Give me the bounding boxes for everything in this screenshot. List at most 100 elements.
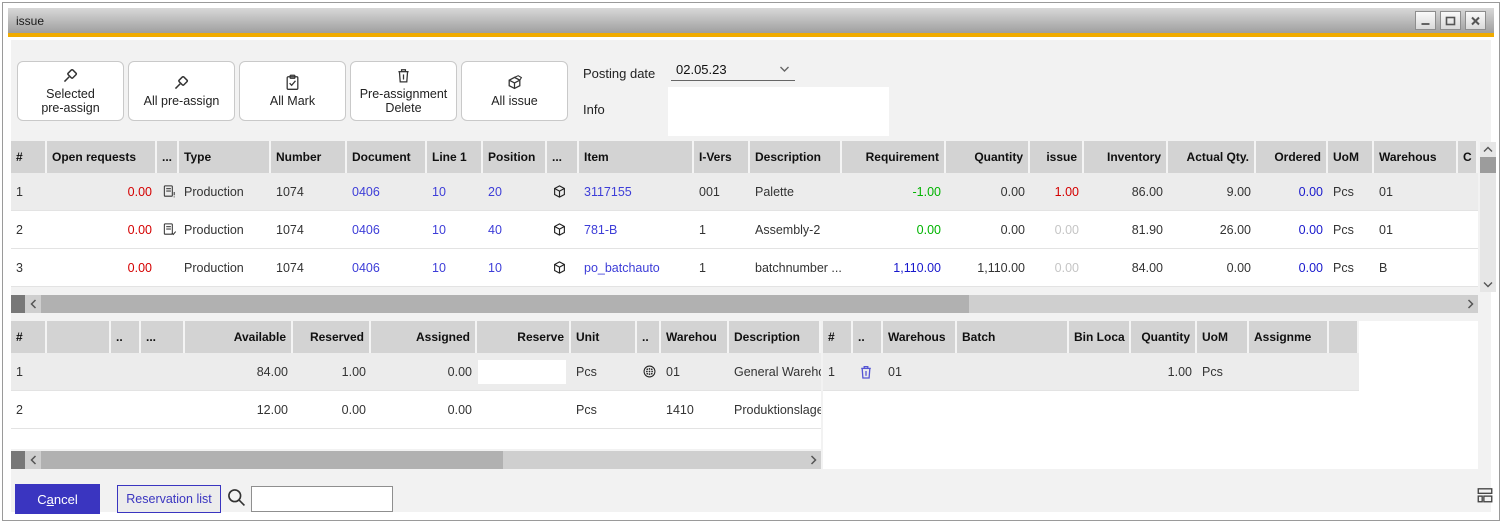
titlebar[interactable]: issue bbox=[8, 8, 1494, 33]
table-row[interactable]: 212.000.000.00Pcs1410Produktionslage bbox=[11, 391, 821, 429]
link[interactable]: 0406 bbox=[352, 185, 380, 199]
cell: Production bbox=[179, 211, 271, 248]
cell: Pcs bbox=[1197, 353, 1249, 390]
cell: Produktionslage bbox=[729, 391, 821, 428]
scrollbar-gripper[interactable] bbox=[11, 451, 25, 469]
column-header: Number bbox=[271, 141, 347, 173]
scroll-left-icon[interactable] bbox=[25, 295, 41, 313]
pin-icon bbox=[173, 74, 190, 91]
cell: 2 bbox=[11, 391, 47, 428]
cell: 001 bbox=[694, 173, 750, 210]
vertical-scrollbar[interactable] bbox=[1480, 142, 1496, 292]
cell: 1074 bbox=[271, 249, 347, 286]
table-row[interactable]: 10.00Production1074040610203117155001Pal… bbox=[11, 173, 1478, 211]
toolbar-button-all-mark[interactable]: All Mark bbox=[239, 61, 346, 121]
table-row[interactable]: 30.00Production107404061010po_batchauto1… bbox=[11, 249, 1478, 287]
cell: 3117155 bbox=[579, 173, 694, 210]
table-row[interactable]: 184.001.000.00Pcs01General Wareho bbox=[11, 353, 821, 391]
link[interactable]: 40 bbox=[488, 223, 502, 237]
close-button[interactable] bbox=[1465, 11, 1486, 30]
table-row[interactable]: 20.00Production107404061040781-B1Assembl… bbox=[11, 211, 1478, 249]
toolbar-button-all-issue[interactable]: All issue bbox=[461, 61, 568, 121]
trash-icon[interactable] bbox=[395, 67, 412, 84]
column-header: # bbox=[823, 321, 853, 353]
bottom-horizontal-scrollbar[interactable] bbox=[11, 451, 821, 469]
table-row[interactable]: 1011.00Pcs bbox=[823, 353, 1359, 391]
horizontal-scrollbar-thumb[interactable] bbox=[41, 295, 969, 313]
cell: 01 bbox=[1374, 173, 1458, 210]
main-horizontal-scrollbar[interactable] bbox=[11, 295, 1478, 313]
posting-date-value: 02.05.23 bbox=[676, 62, 727, 77]
cell: Production bbox=[179, 173, 271, 210]
cell bbox=[637, 353, 661, 390]
cell: 01 bbox=[883, 353, 957, 390]
link[interactable]: 0406 bbox=[352, 223, 380, 237]
trash-blue-icon[interactable] bbox=[858, 364, 874, 380]
cell: Pcs bbox=[571, 391, 637, 428]
scroll-right-icon[interactable] bbox=[1462, 295, 1478, 313]
posting-date-select[interactable]: 02.05.23 bbox=[671, 58, 795, 81]
cell: 84.00 bbox=[185, 353, 293, 390]
scroll-left-icon[interactable] bbox=[25, 451, 41, 469]
cell: po_batchauto bbox=[579, 249, 694, 286]
cell: 0.00 bbox=[47, 211, 157, 248]
scroll-down-icon[interactable] bbox=[1480, 277, 1496, 292]
link[interactable]: 0406 bbox=[352, 261, 380, 275]
info-label: Info bbox=[583, 102, 605, 117]
link[interactable]: 781-B bbox=[584, 223, 617, 237]
column-header: I-Vers bbox=[694, 141, 750, 173]
info-textarea[interactable] bbox=[668, 87, 889, 136]
cell bbox=[157, 249, 179, 286]
cell: 0.00 bbox=[1030, 211, 1084, 248]
link[interactable]: 10 bbox=[488, 261, 502, 275]
horizontal-scrollbar-track[interactable] bbox=[969, 295, 1462, 313]
column-header: # bbox=[11, 321, 47, 353]
search-input[interactable] bbox=[251, 486, 393, 512]
vertical-scrollbar-track[interactable] bbox=[1480, 173, 1496, 277]
clipboard-check-icon bbox=[284, 74, 301, 91]
reservation-list-button[interactable]: Reservation list bbox=[117, 485, 221, 513]
scroll-up-icon[interactable] bbox=[1480, 142, 1496, 157]
toolbar-button-pre-assignment-delete[interactable]: Pre-assignmentDelete bbox=[350, 61, 457, 121]
toolbar-button-all-pre-assign[interactable]: All pre-assign bbox=[128, 61, 235, 121]
link[interactable]: 10 bbox=[432, 223, 446, 237]
requests-table: #Open requests...TypeNumberDocumentLine … bbox=[11, 141, 1478, 287]
link[interactable]: 10 bbox=[432, 185, 446, 199]
column-header: Available bbox=[185, 321, 293, 353]
link[interactable]: 10 bbox=[432, 261, 446, 275]
link[interactable]: po_batchauto bbox=[584, 261, 660, 275]
cell: 10 bbox=[427, 211, 483, 248]
vertical-scrollbar-thumb[interactable] bbox=[1480, 157, 1496, 173]
cell: 26.00 bbox=[1168, 211, 1256, 248]
cell bbox=[477, 353, 571, 390]
toolbar-button-label: All pre-assign bbox=[144, 94, 220, 108]
column-header: UoM bbox=[1328, 141, 1374, 173]
link[interactable]: 20 bbox=[488, 185, 502, 199]
column-header: Warehous bbox=[1374, 141, 1458, 173]
column-header: .. bbox=[637, 321, 661, 353]
column-header: Quantity bbox=[946, 141, 1030, 173]
cell: Palette bbox=[750, 173, 842, 210]
link[interactable]: 3117155 bbox=[584, 185, 632, 199]
toolbar-button-selected-pre-assign[interactable]: Selectedpre-assign bbox=[17, 61, 124, 121]
cell: Pcs bbox=[571, 353, 637, 390]
horizontal-scrollbar-track[interactable] bbox=[503, 451, 805, 469]
reserve-input[interactable] bbox=[478, 360, 566, 384]
cancel-button[interactable]: Cancel bbox=[15, 484, 100, 514]
toolbar-button-label: All issue bbox=[491, 94, 538, 108]
minimize-button[interactable] bbox=[1415, 11, 1436, 30]
column-header: C bbox=[1458, 141, 1478, 173]
scrollbar-gripper[interactable] bbox=[11, 295, 25, 313]
horizontal-scrollbar-thumb[interactable] bbox=[41, 451, 503, 469]
scroll-right-icon[interactable] bbox=[805, 451, 821, 469]
maximize-button[interactable] bbox=[1440, 11, 1461, 30]
availability-table: #.....AvailableReservedAssignedReserveUn… bbox=[11, 321, 821, 429]
form-settings-icon[interactable] bbox=[1476, 486, 1494, 504]
toolbar: Selectedpre-assign All pre-assign All Mark… bbox=[17, 61, 568, 121]
cube-icon bbox=[552, 184, 567, 199]
cell bbox=[1069, 353, 1131, 390]
column-header: Open requests bbox=[47, 141, 157, 173]
cube-icon bbox=[552, 222, 567, 237]
column-header: # bbox=[11, 141, 47, 173]
column-header: Bin Loca bbox=[1069, 321, 1131, 353]
